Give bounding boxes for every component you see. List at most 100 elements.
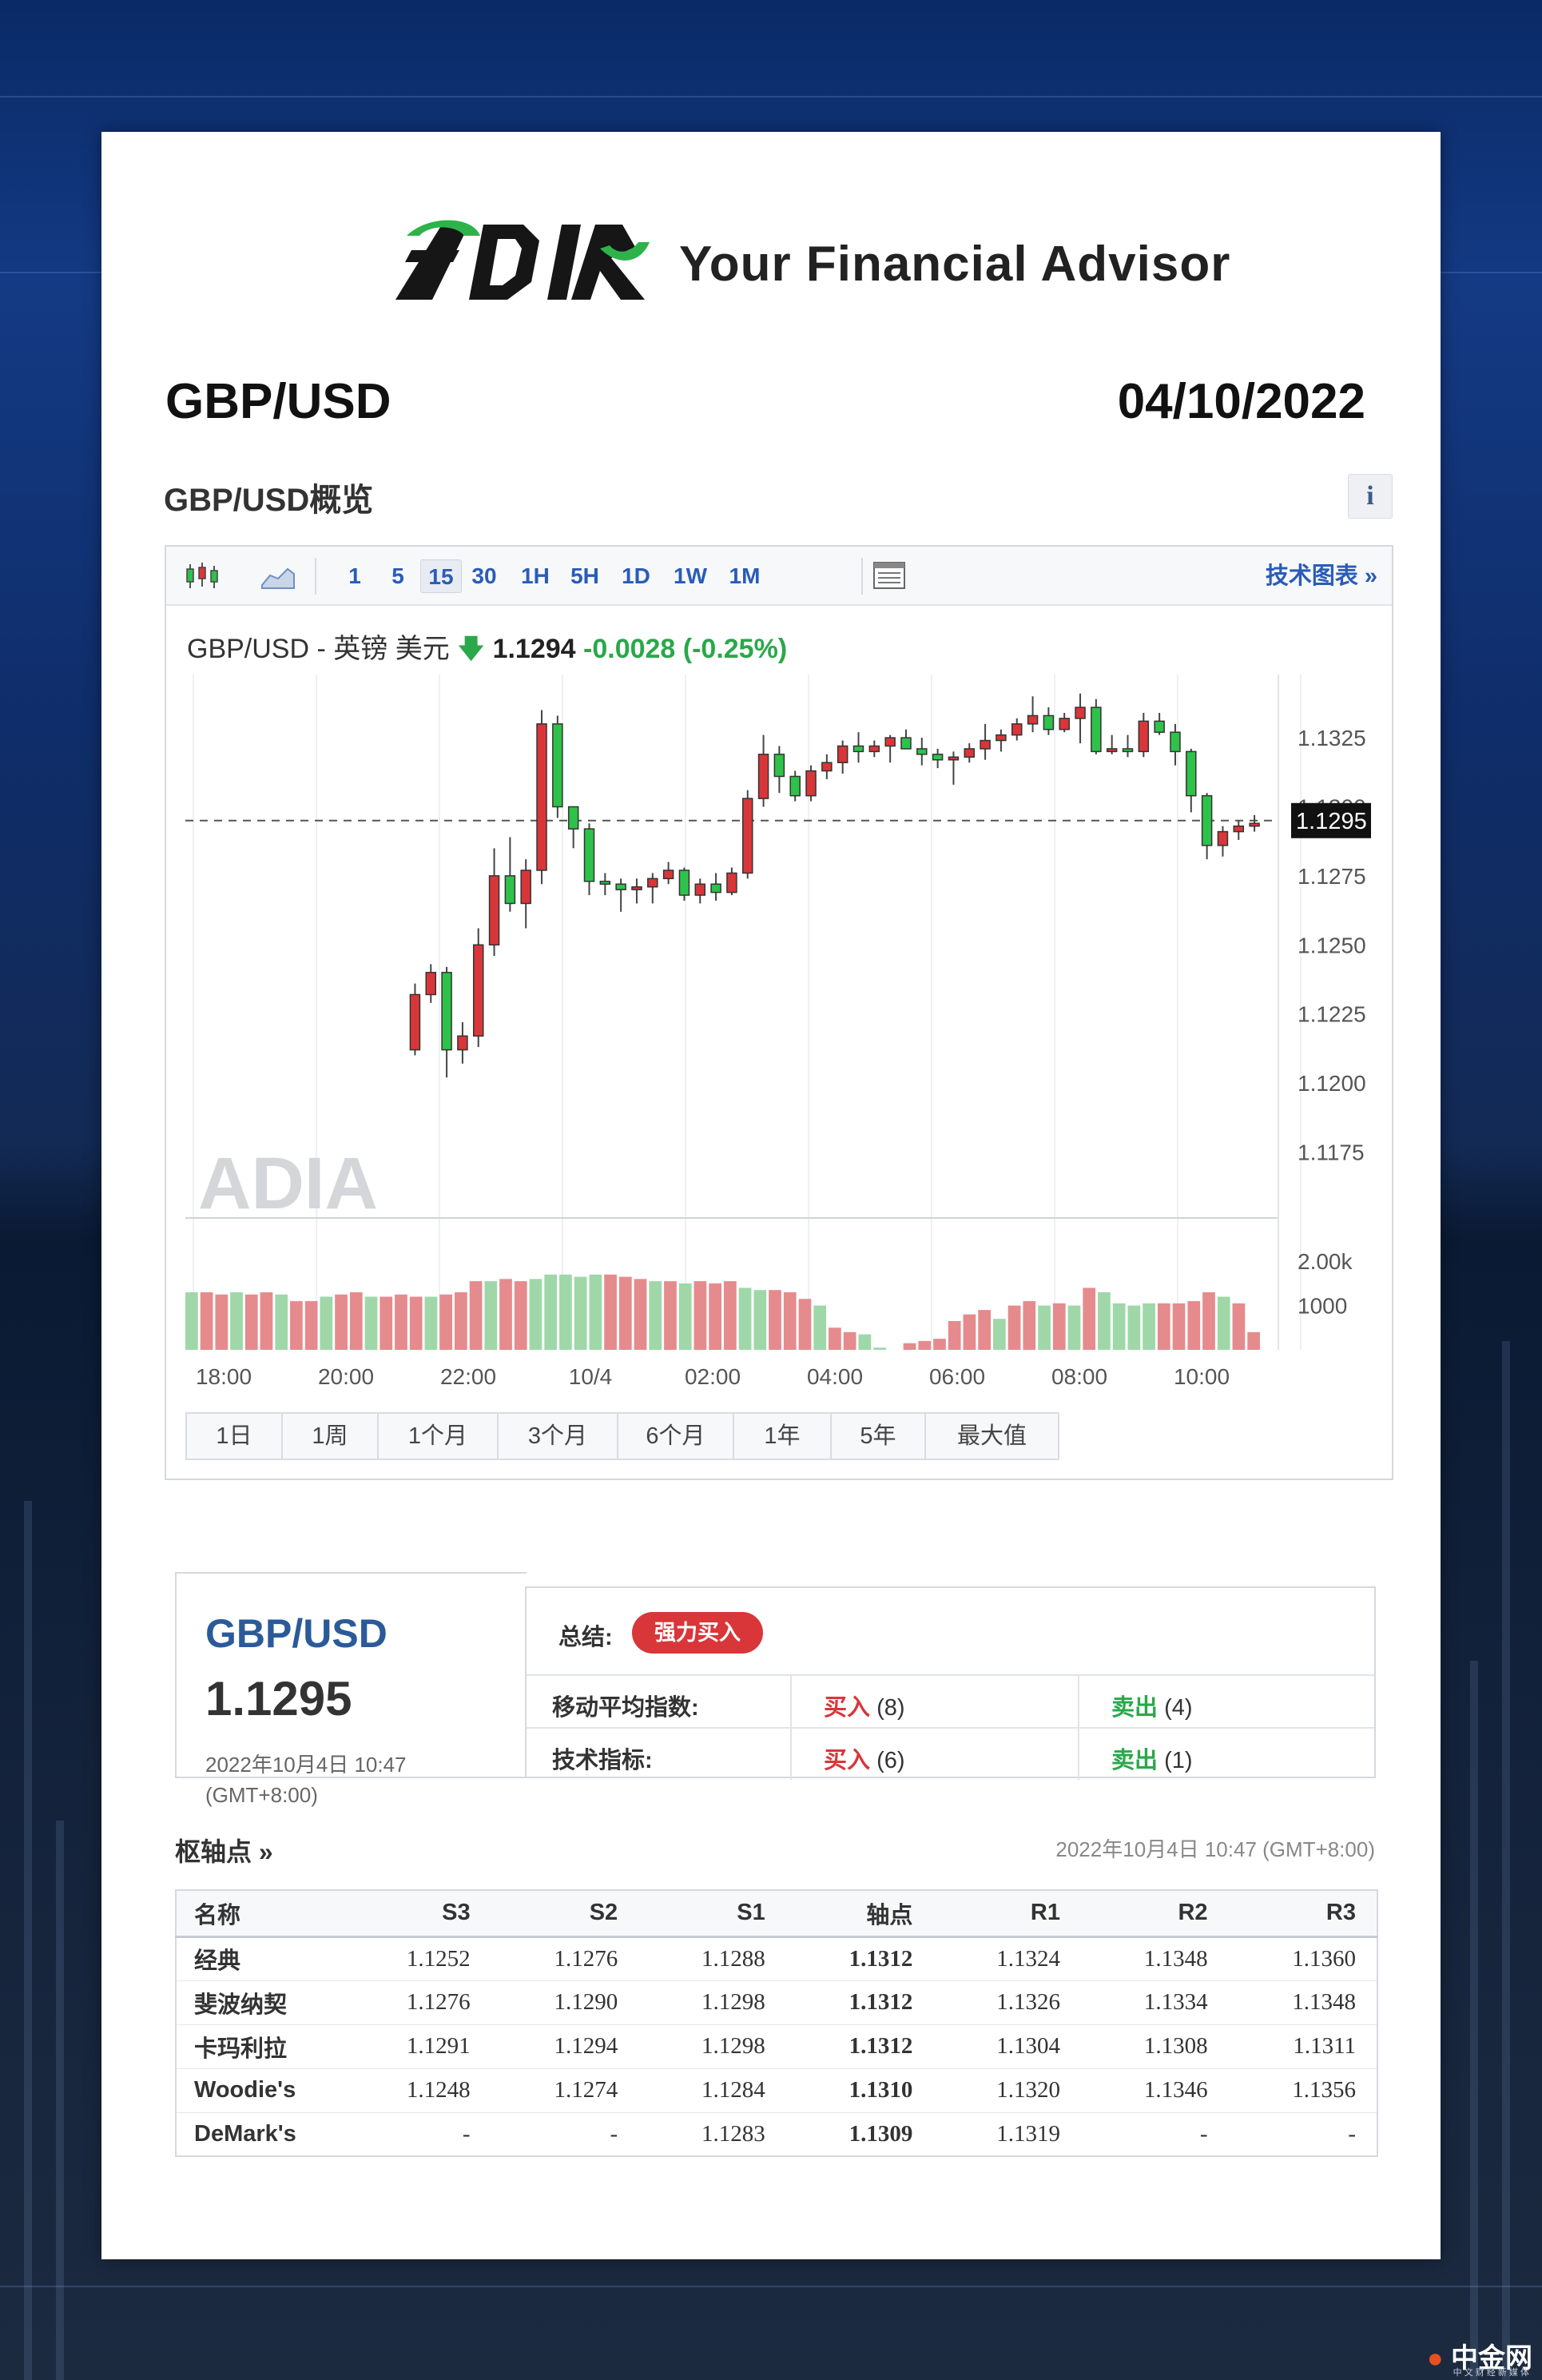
range-button[interactable]: 3个月 — [499, 1414, 618, 1459]
range-button[interactable]: 5年 — [832, 1414, 926, 1459]
volume-bar — [724, 1281, 737, 1350]
area-chart-icon[interactable] — [257, 558, 297, 593]
candle-body — [932, 754, 944, 761]
interval-1d[interactable]: 1D — [615, 559, 657, 593]
table-icon[interactable] — [869, 558, 909, 593]
range-button[interactable]: 最大值 — [926, 1414, 1058, 1459]
candle-body — [583, 828, 595, 882]
volume-bar — [948, 1320, 961, 1350]
volume-bar — [1143, 1303, 1155, 1350]
volume-bar — [753, 1290, 767, 1350]
candle-body — [757, 754, 769, 799]
summary-time: 2022年10月4日 10:47 (GMT+8:00) — [205, 1753, 407, 1807]
volume-bar — [380, 1296, 393, 1350]
volume-bar — [244, 1294, 258, 1350]
interval-30[interactable]: 30 — [463, 559, 505, 593]
pair-title: GBP/USD — [165, 374, 391, 429]
info-button[interactable]: i — [1348, 474, 1393, 519]
candle-body — [884, 737, 896, 747]
pivot-header: R2 — [1080, 1890, 1229, 1938]
summary-table: 总结: 强力买入 移动平均指数: 买入 (8) 卖出 (4) 技术指标: 买入 … — [525, 1586, 1376, 1780]
volume-bar — [484, 1281, 498, 1350]
volume-bar — [963, 1314, 976, 1350]
volume-bar — [903, 1343, 916, 1350]
pivot-header: R1 — [933, 1890, 1081, 1938]
volume-bar — [559, 1274, 572, 1350]
interval-15[interactable]: 15 — [420, 559, 462, 593]
interval-5h[interactable]: 5H — [564, 559, 606, 593]
candle-body — [536, 723, 547, 871]
volume-bar — [993, 1319, 1006, 1350]
range-button[interactable]: 6个月 — [618, 1414, 734, 1459]
pivot-time: 2022年10月4日 10:47 (GMT+8:00) — [1055, 1837, 1375, 1861]
volume-bar — [978, 1310, 991, 1350]
volume-bar — [918, 1340, 932, 1350]
pivot-header: R3 — [1228, 1890, 1377, 1938]
candle-body — [1059, 718, 1070, 730]
candlestick-icon[interactable] — [182, 558, 222, 593]
volume-bar — [200, 1291, 213, 1350]
candle-body — [488, 875, 500, 946]
x-tick-label: 18:00 — [196, 1364, 252, 1389]
volume-bar — [230, 1291, 243, 1350]
interval-1m[interactable]: 1M — [724, 559, 765, 593]
pivot-method: 卡玛利拉 — [176, 2024, 344, 2069]
volume-bar — [873, 1347, 886, 1350]
pivot-cell: 1.1290 — [491, 1980, 639, 2025]
candle-body — [900, 737, 912, 750]
range-button[interactable]: 1日 — [187, 1414, 283, 1459]
volume-bar — [1187, 1301, 1201, 1350]
candle-body — [726, 872, 737, 893]
pivot-cell: 1.1360 — [1228, 1936, 1377, 1981]
y-tick-label: 1.1250 — [1298, 933, 1366, 957]
candle-body — [472, 944, 484, 1037]
pivot-cell: 1.1356 — [1228, 2068, 1377, 2113]
summary-pair: GBP/USD — [205, 1611, 387, 1656]
volume-bar — [409, 1296, 423, 1350]
volume-bar — [1157, 1303, 1170, 1350]
volume-bar — [349, 1291, 363, 1350]
ti-label: 技术指标: — [552, 1748, 653, 1773]
report-date: 04/10/2022 — [1117, 374, 1365, 429]
volume-bar — [769, 1290, 781, 1350]
pivot-method: 经典 — [176, 1936, 344, 1981]
candle-body — [1122, 748, 1134, 753]
volume-bar — [678, 1283, 692, 1350]
overview-title: GBP/USD概览 — [164, 483, 374, 518]
interval-1h[interactable]: 1H — [515, 559, 556, 593]
quote-name: GBP/USD - 英镑 美元 — [187, 634, 450, 664]
y-tick-label: 1.1225 — [1298, 1002, 1366, 1027]
pivot-cell: 1.1298 — [638, 2024, 786, 2069]
volume-bar — [275, 1294, 288, 1350]
candle-body — [1217, 830, 1229, 846]
volume-tick-label: 1000 — [1298, 1294, 1347, 1319]
interval-1[interactable]: 1 — [334, 559, 376, 593]
volume-bar — [858, 1334, 872, 1350]
range-button[interactable]: 1年 — [734, 1414, 832, 1459]
candle-body — [631, 886, 642, 890]
volume-bar — [604, 1274, 617, 1350]
candle-body — [1170, 731, 1181, 753]
interval-1w[interactable]: 1W — [670, 559, 711, 593]
pivot-cell: 1.1309 — [785, 2112, 934, 2157]
interval-5[interactable]: 5 — [377, 559, 419, 593]
pivot-cell: 1.1304 — [933, 2024, 1081, 2069]
summary-total-badge: 强力买入 — [632, 1612, 763, 1654]
volume-bar — [439, 1294, 452, 1350]
candle-body — [980, 739, 991, 750]
candle-body — [1011, 723, 1023, 736]
volume-bar — [529, 1279, 542, 1350]
candle-body — [852, 745, 864, 753]
pivot-header: S1 — [638, 1890, 786, 1938]
pivot-header: S2 — [491, 1890, 639, 1938]
pivot-cell: 1.1326 — [933, 1980, 1081, 2025]
volume-bar — [798, 1299, 812, 1350]
y-tick-label: 1.1175 — [1298, 1140, 1365, 1164]
volume-bar — [1112, 1303, 1126, 1350]
pivot-title-link[interactable]: 枢轴点 » — [175, 1832, 273, 1869]
volume-bar — [1127, 1305, 1141, 1350]
tech-chart-link[interactable]: 技术图表 » — [1266, 559, 1377, 593]
range-button[interactable]: 1周 — [283, 1414, 379, 1459]
volume-bar — [260, 1291, 273, 1350]
range-button[interactable]: 1个月 — [379, 1414, 499, 1459]
